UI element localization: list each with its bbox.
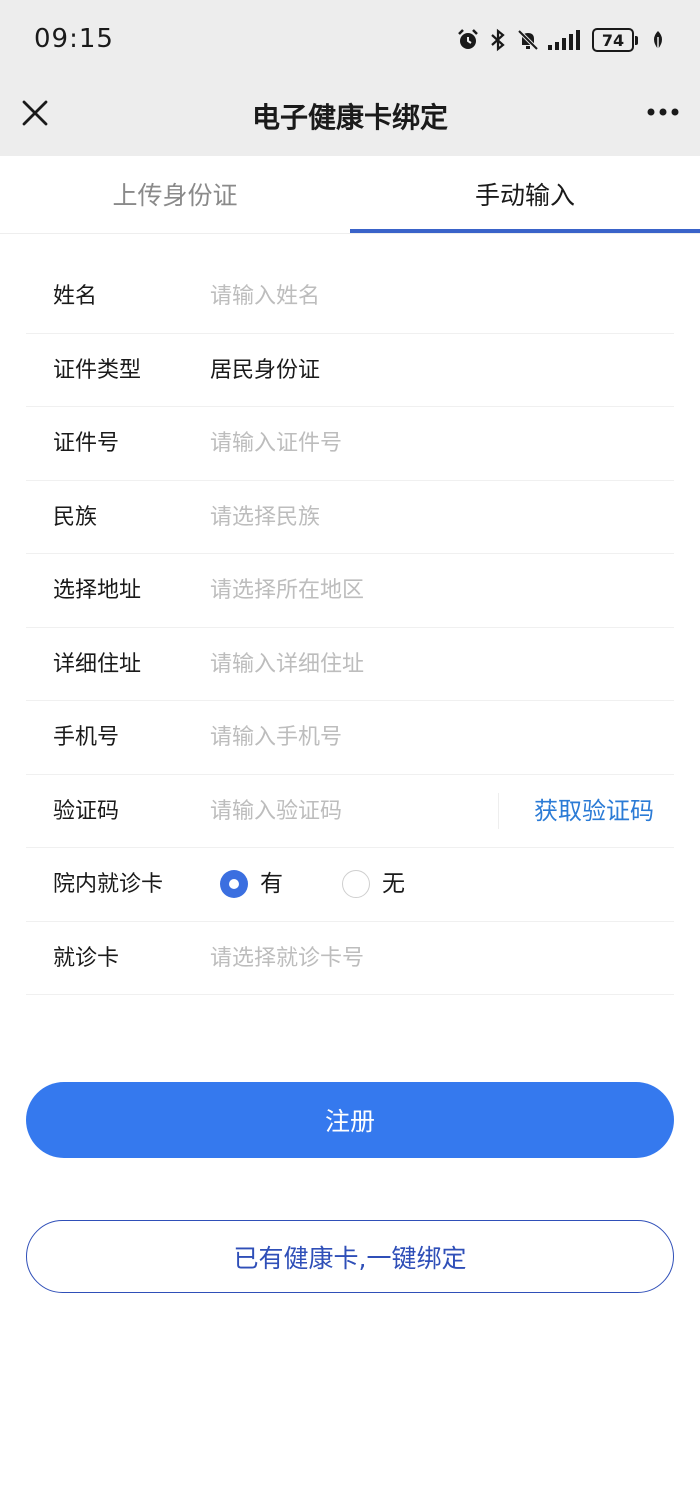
form-row-name: 姓名 请输入姓名 xyxy=(26,260,674,334)
card-label: 就诊卡 xyxy=(53,945,120,971)
tab-upload-id[interactable]: 上传身份证 xyxy=(0,156,350,232)
title-bar: 电子健康卡绑定 xyxy=(0,80,700,156)
ethnicity-select[interactable]: 请选择民族 xyxy=(210,481,320,554)
address-label: 详细住址 xyxy=(53,651,142,677)
form-row-phone: 手机号 请输入手机号 xyxy=(26,701,674,775)
form-row-id-type: 证件类型 居民身份证 xyxy=(26,334,674,407)
radio-yes-label[interactable]: 有 xyxy=(260,848,283,921)
tab-bar: 上传身份证 手动输入 xyxy=(0,156,700,234)
status-icons: 74 xyxy=(456,24,670,56)
address-input[interactable]: 请输入详细住址 xyxy=(210,628,364,701)
form-row-card: 就诊卡 请选择就诊卡号 xyxy=(26,922,674,995)
form-row-hospital-card: 院内就诊卡 有 无 xyxy=(26,848,674,922)
verify-code-input[interactable]: 请输入验证码 xyxy=(210,775,342,848)
page-title: 电子健康卡绑定 xyxy=(251,101,448,134)
signal-icon xyxy=(546,28,586,52)
binding-form: 姓名 请输入姓名 证件类型 居民身份证 证件号 请输入证件号 民族 请选择民族 … xyxy=(26,260,674,995)
get-code-button[interactable]: 获取验证码 xyxy=(534,775,654,848)
phone-input[interactable]: 请输入手机号 xyxy=(210,701,342,774)
form-row-verify-code: 验证码 请输入验证码 获取验证码 xyxy=(26,775,674,848)
form-row-address: 详细住址 请输入详细住址 xyxy=(26,628,674,701)
card-select[interactable]: 请选择就诊卡号 xyxy=(210,922,364,995)
name-input[interactable]: 请输入姓名 xyxy=(210,260,320,333)
battery-icon: 74 xyxy=(592,28,638,52)
ethnicity-label: 民族 xyxy=(53,504,98,530)
register-button[interactable]: 注册 xyxy=(26,1082,674,1158)
radio-yes[interactable] xyxy=(220,870,248,898)
id-type-select[interactable]: 居民身份证 xyxy=(210,334,320,407)
form-row-id-number: 证件号 请输入证件号 xyxy=(26,407,674,481)
name-label: 姓名 xyxy=(53,284,98,309)
hospital-card-label: 院内就诊卡 xyxy=(53,872,164,897)
bluetooth-icon xyxy=(486,28,510,52)
more-icon xyxy=(647,108,679,116)
phone-label: 手机号 xyxy=(53,725,120,750)
form-row-region: 选择地址 请选择所在地区 xyxy=(26,554,674,628)
region-label: 选择地址 xyxy=(53,578,142,603)
one-click-bind-button[interactable]: 已有健康卡,一键绑定 xyxy=(26,1220,674,1293)
radio-no[interactable] xyxy=(342,870,370,898)
mute-bell-icon xyxy=(516,28,540,52)
alarm-icon xyxy=(456,28,480,52)
divider xyxy=(498,792,499,829)
verify-code-label: 验证码 xyxy=(53,798,120,824)
form-row-ethnicity: 民族 请选择民族 xyxy=(26,481,674,554)
status-bar: 09:15 74 xyxy=(0,0,700,80)
active-tab-indicator xyxy=(350,229,700,233)
radio-no-label[interactable]: 无 xyxy=(382,848,405,921)
id-type-label: 证件类型 xyxy=(53,357,142,383)
id-number-label: 证件号 xyxy=(53,431,120,456)
status-time: 09:15 xyxy=(34,24,114,54)
region-select[interactable]: 请选择所在地区 xyxy=(210,554,364,627)
id-number-input[interactable]: 请输入证件号 xyxy=(210,407,342,480)
tab-manual-input[interactable]: 手动输入 xyxy=(350,156,700,232)
more-button[interactable] xyxy=(646,102,680,122)
leaf-icon xyxy=(646,28,670,52)
